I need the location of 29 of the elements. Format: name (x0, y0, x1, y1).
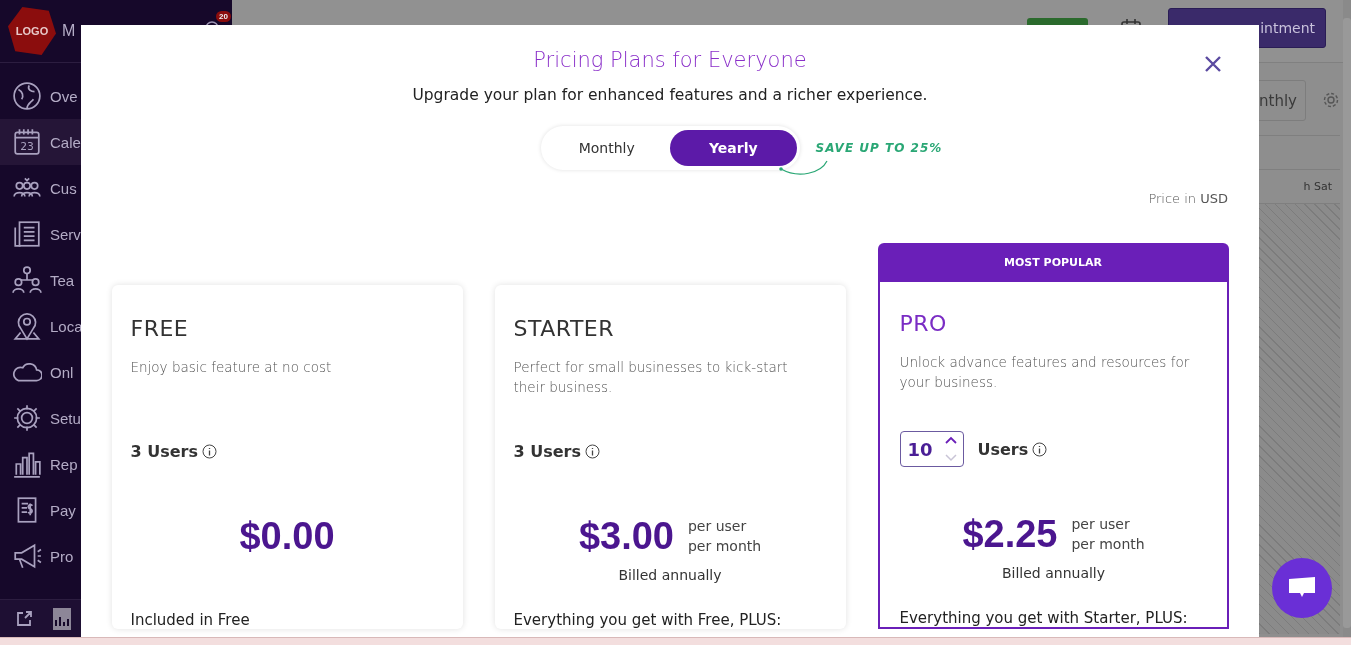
notification-badge: 20 (216, 11, 231, 22)
features-heading: Everything you get with Starter, PLUS: (899, 609, 1189, 627)
currency-note: Price in USD (1148, 191, 1228, 206)
plan-price: $3.00 (578, 514, 674, 558)
features-heading: Everything you get with Free, PLUS: (513, 611, 783, 629)
users-label: 3 Users (130, 441, 198, 461)
price-unit: per month (687, 537, 762, 556)
plan-price: $2.25 (962, 512, 1058, 556)
plan-name: FREE (130, 314, 190, 343)
billing-note: Billed annually (617, 567, 723, 585)
plan-description: Perfect for small businesses to kick-start their business. (513, 358, 789, 397)
billing-note: Billed annually (1000, 565, 1107, 583)
price-unit: per user (687, 517, 748, 536)
logo: LOGO (8, 7, 56, 55)
plan-price: $0.00 (239, 514, 335, 558)
users-label: Users (977, 439, 1029, 459)
plan-name: STARTER (513, 314, 616, 343)
features-heading: Included in Free (130, 611, 251, 629)
users-label: 3 Users (513, 441, 581, 461)
plan-name: PRO (899, 309, 948, 338)
price-unit: per user (1071, 515, 1131, 534)
plan-badge: MOST POPULAR (877, 243, 1229, 282)
plan-description: Unlock advance features and resources for your business. (899, 353, 1191, 392)
plan-description: Enjoy basic feature at no cost (130, 358, 333, 377)
modal-title: Pricing Plans for Everyone (533, 48, 807, 72)
price-unit: per month (1071, 535, 1145, 554)
promo-note: SAVE UP TO 25% (815, 141, 943, 155)
modal-subtitle: Upgrade your plan for enhanced features and a richer experience. (412, 86, 928, 104)
account-name: M (62, 22, 76, 40)
